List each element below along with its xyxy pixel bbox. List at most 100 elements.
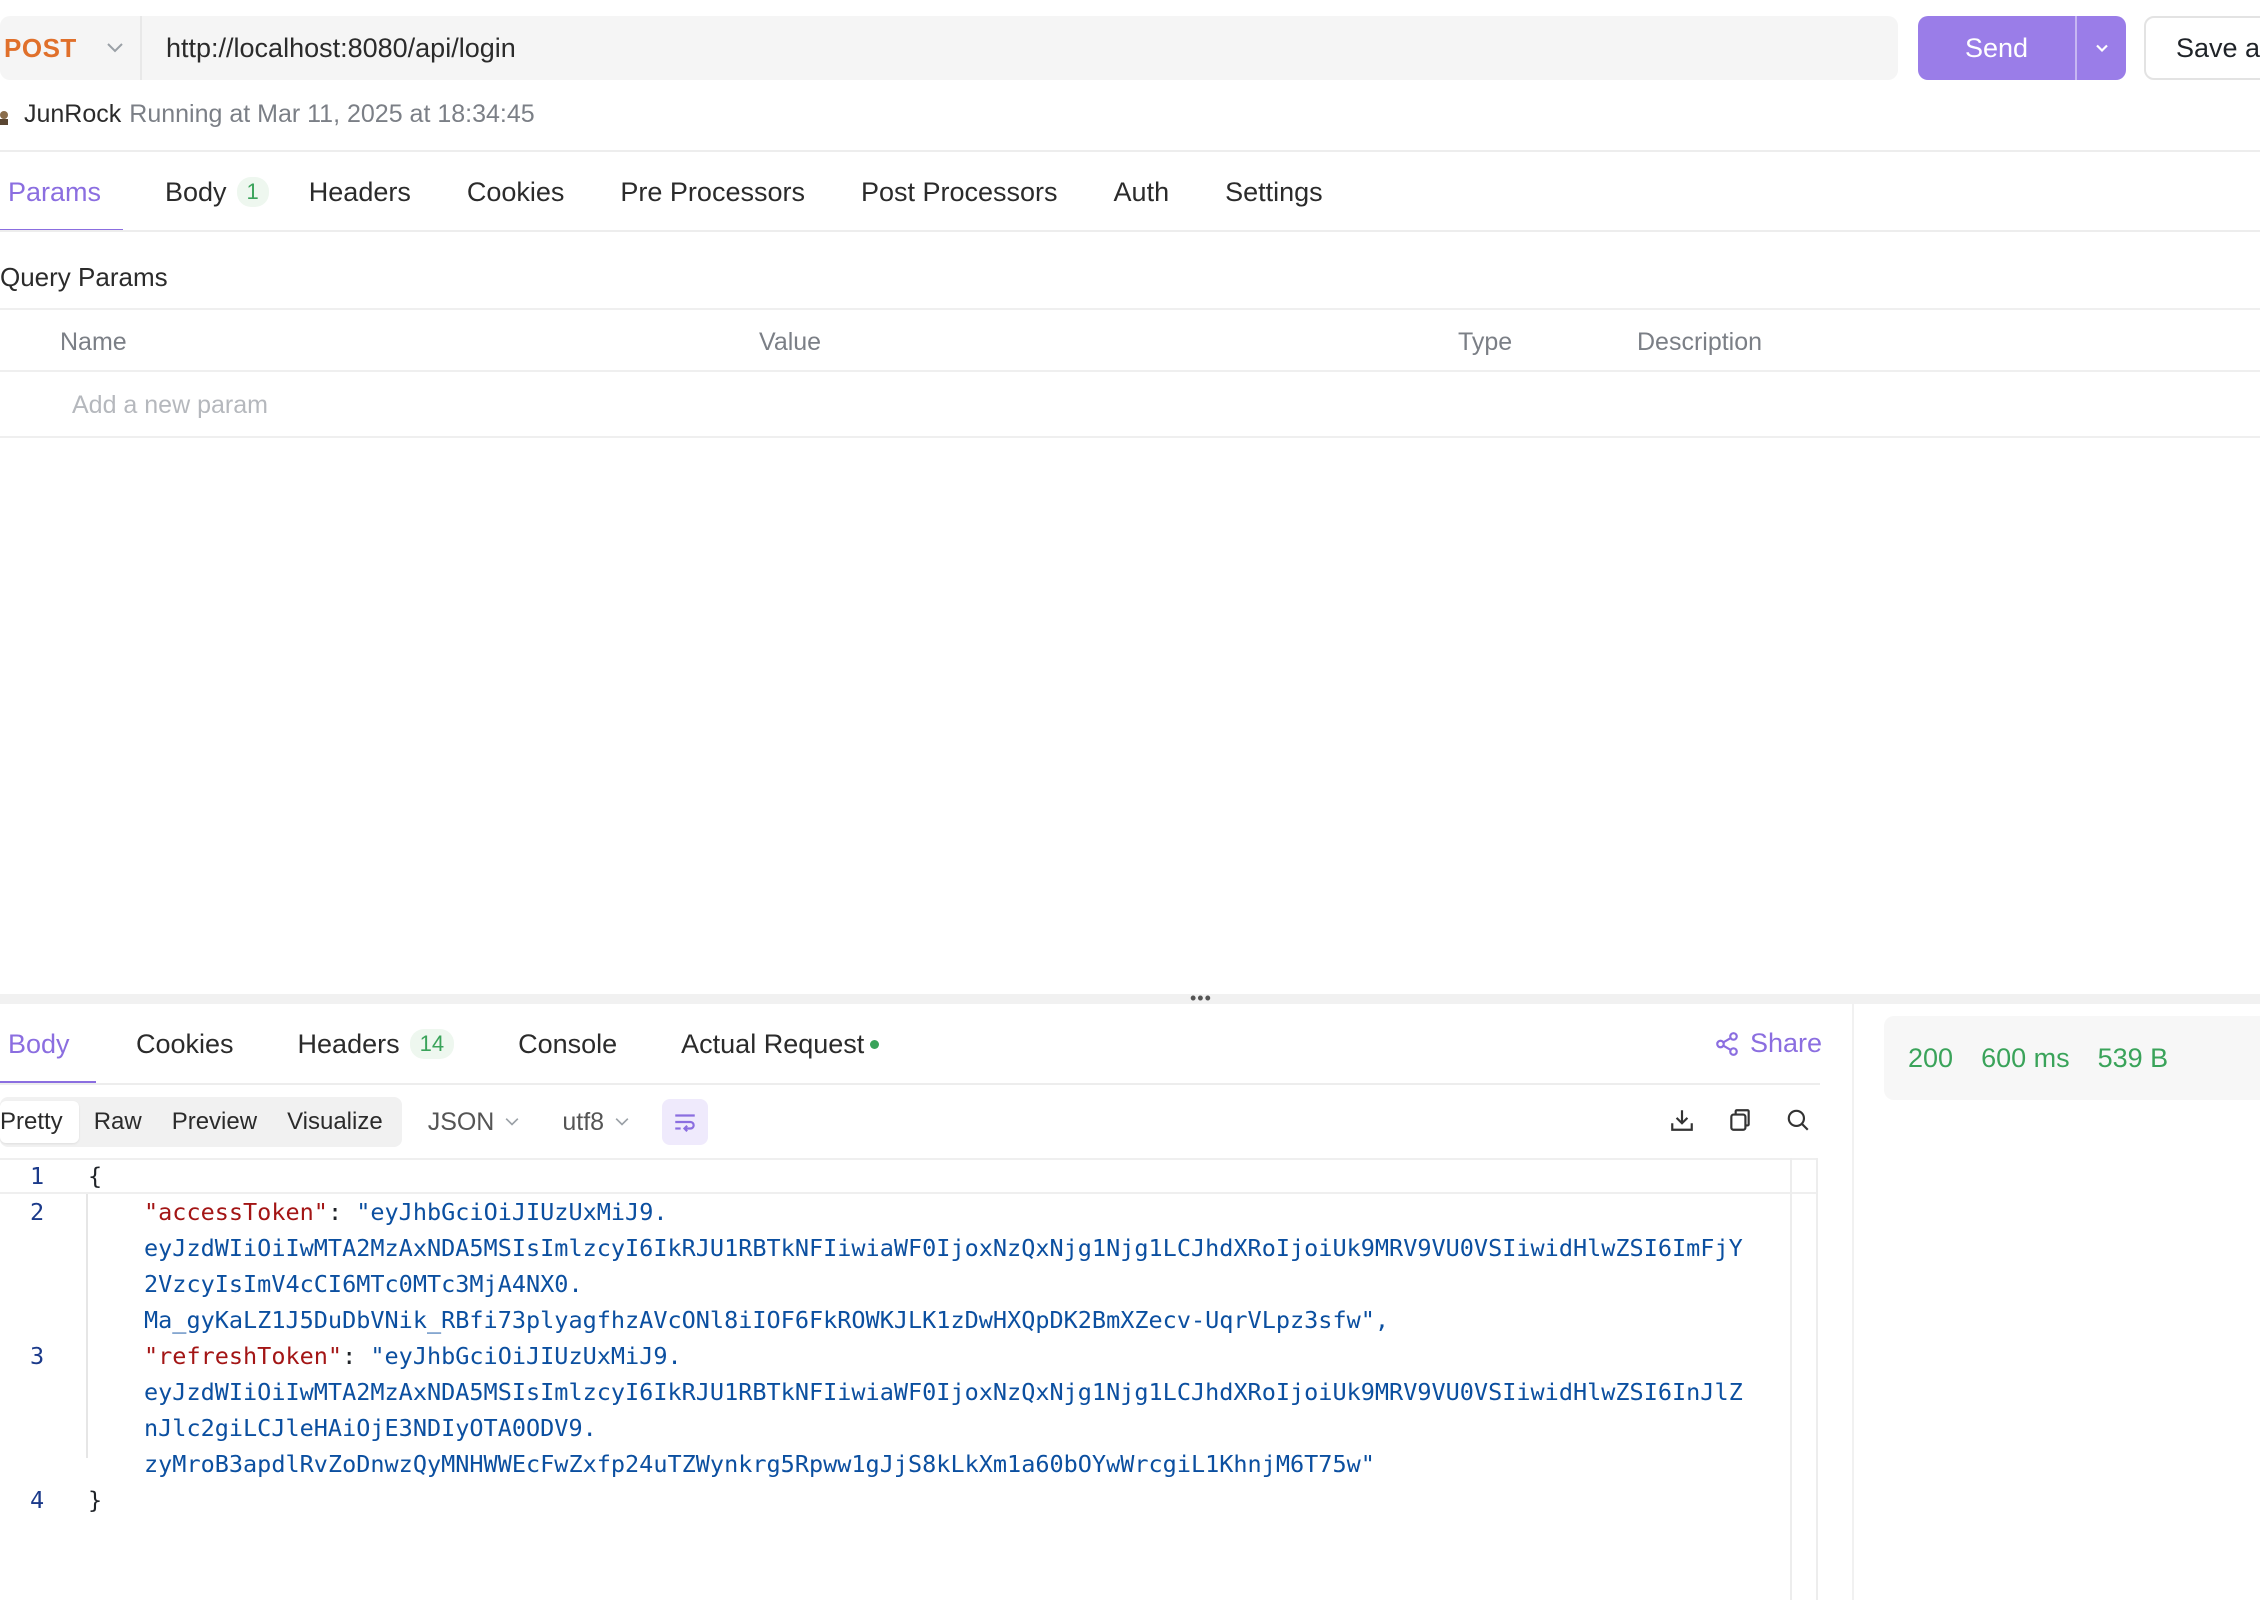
tab-cookies[interactable]: Cookies <box>467 152 565 232</box>
tab-headers[interactable]: Headers <box>309 152 411 232</box>
tab-pre-processors[interactable]: Pre Processors <box>620 152 805 232</box>
run-info: JunRock Running at Mar 11, 2025 at 18:34… <box>0 100 535 129</box>
json-string: Ma_gyKaLZ1J5DuDbVNik_RBfi73plyagfhzAVcON… <box>144 1306 1390 1334</box>
response-tabs: Body Cookies Headers 14 Console Actual R… <box>0 1004 880 1084</box>
tab-actual-request[interactable]: Actual Request <box>681 1004 880 1084</box>
line-number: 4 <box>30 1486 45 1514</box>
method-select[interactable]: POST <box>0 16 142 80</box>
json-string: nJlc2giLCJleHAiOjE3NDIyOTA0ODV9. <box>144 1414 597 1442</box>
tab-label: Cookies <box>466 176 565 207</box>
params-table-header: Name Value Type Description <box>0 308 2260 372</box>
view-mode-preview[interactable]: Preview <box>157 1101 272 1143</box>
vertical-scrollbar[interactable] <box>1816 1158 1818 1600</box>
json-key: "accessToken" <box>144 1198 328 1226</box>
tab-settings[interactable]: Settings <box>1225 152 1323 232</box>
tab-label: Body <box>165 176 227 207</box>
tab-label: Body <box>8 1028 70 1059</box>
response-view-toolbar: Pretty Raw Preview Visualize JSON utf8 <box>0 1096 709 1148</box>
json-line: "refreshToken": "eyJhbGciOiJIUzUxMiJ9. <box>144 1338 682 1374</box>
avatar <box>0 110 8 125</box>
share-button[interactable]: Share <box>1714 1028 1822 1059</box>
chevron-down-icon <box>615 1118 629 1126</box>
run-status: Running at Mar 11, 2025 at 18:34:45 <box>129 100 535 128</box>
share-label: Share <box>1750 1028 1823 1058</box>
response-side-divider <box>1852 1004 1854 1600</box>
response-body-viewer[interactable]: 1 2 3 4 { "accessToken": "eyJhbGciOiJIUz… <box>0 1158 1818 1600</box>
json-open-brace: { <box>88 1162 103 1190</box>
status-dot <box>870 1039 880 1049</box>
status-code: 200 <box>1908 1042 1954 1073</box>
url-input[interactable]: http://localhost:8080/api/login <box>166 33 516 64</box>
send-button-group: Send <box>1918 16 2126 80</box>
add-param-row <box>0 372 2260 438</box>
view-mode-raw[interactable]: Raw <box>79 1101 157 1143</box>
headers-count-badge: 14 <box>409 1029 455 1059</box>
response-size: 539 B <box>2097 1042 2169 1073</box>
tab-label: Headers <box>308 176 411 207</box>
tab-label: Console <box>518 1028 618 1059</box>
divider <box>0 1083 1820 1085</box>
save-as-button[interactable]: Save as <box>2144 16 2260 80</box>
json-string: eyJzdWIiOiIwMTA2MzAxNDA5MSIsImlzcyI6IkRJ… <box>144 1234 1743 1262</box>
tab-params[interactable]: Params <box>0 152 123 232</box>
json-colon: : <box>327 1198 357 1226</box>
tab-auth[interactable]: Auth <box>1114 152 1170 232</box>
tab-label: Params <box>8 176 102 207</box>
download-icon <box>1671 1110 1693 1131</box>
word-wrap-toggle[interactable] <box>662 1099 709 1145</box>
search-button[interactable] <box>1782 1104 1814 1136</box>
column-header-type: Type <box>1458 328 1513 356</box>
tab-label: Actual Request <box>681 1028 865 1059</box>
view-mode-segmented: Pretty Raw Preview Visualize <box>0 1097 402 1147</box>
line-number: 3 <box>30 1342 45 1370</box>
format-select[interactable]: JSON <box>428 1108 523 1137</box>
view-mode-pretty[interactable]: Pretty <box>0 1101 79 1143</box>
tab-label: Post Processors <box>860 176 1058 207</box>
line-number: 2 <box>30 1198 45 1226</box>
run-user: JunRock <box>24 100 122 128</box>
indent-guide <box>86 1194 88 1458</box>
share-icon <box>1716 1031 1738 1056</box>
json-string: zyMroB3apdlRvZoDnwzQyMNHWWEcFwZxfp24uTZW… <box>144 1450 1375 1478</box>
tab-body[interactable]: Body 1 <box>165 152 269 232</box>
send-button[interactable]: Send <box>1918 16 2075 80</box>
method-label: POST <box>4 32 77 63</box>
api-client-window: POST http://localhost:8080/api/login Sen… <box>0 0 2260 1600</box>
tab-response-cookies[interactable]: Cookies <box>136 1004 234 1084</box>
download-button[interactable] <box>1666 1104 1698 1136</box>
json-string: "eyJhbGciOiJIUzUxMiJ9. <box>356 1198 668 1226</box>
json-colon: : <box>342 1342 371 1370</box>
divider <box>0 230 2260 232</box>
encoding-select[interactable]: utf8 <box>562 1108 632 1137</box>
tab-response-body[interactable]: Body <box>0 1004 96 1084</box>
copy-icon <box>1730 1109 1750 1131</box>
response-stats: 200 600 ms 539 B <box>1884 1016 2260 1100</box>
send-options-button[interactable] <box>2077 16 2126 80</box>
tab-post-processors[interactable]: Post Processors <box>861 152 1058 232</box>
copy-button[interactable] <box>1724 1104 1756 1136</box>
format-select-value: JSON <box>427 1107 495 1136</box>
json-string: eyJzdWIiOiIwMTA2MzAxNDA5MSIsImlzcyI6IkRJ… <box>144 1378 1743 1406</box>
viewer-divider <box>1790 1158 1792 1600</box>
chevron-down-icon <box>2095 44 2108 53</box>
column-header-description: Description <box>1637 328 1763 356</box>
view-mode-visualize[interactable]: Visualize <box>272 1101 398 1143</box>
column-header-name: Name <box>60 328 127 356</box>
tab-label: Headers <box>297 1028 400 1059</box>
panel-splitter[interactable] <box>0 994 2260 1004</box>
chevron-down-icon <box>107 43 123 53</box>
json-string: "eyJhbGciOiJIUzUxMiJ9. <box>370 1342 682 1370</box>
current-line-highlight <box>0 1158 1818 1194</box>
encoding-select-value: utf8 <box>562 1107 605 1136</box>
drag-handle-icon[interactable]: ••• <box>1190 989 1214 1007</box>
tab-label: Cookies <box>136 1028 234 1059</box>
add-param-input[interactable] <box>72 386 672 424</box>
body-count-badge: 1 <box>236 177 269 207</box>
search-icon <box>1787 1109 1809 1131</box>
tab-response-headers[interactable]: Headers 14 <box>298 1004 455 1084</box>
json-line: "accessToken": "eyJhbGciOiJIUzUxMiJ9. <box>144 1194 668 1230</box>
tab-label: Pre Processors <box>620 176 805 207</box>
tab-console[interactable]: Console <box>518 1004 617 1084</box>
response-actions <box>1666 1104 1840 1136</box>
column-header-value: Value <box>759 328 822 356</box>
